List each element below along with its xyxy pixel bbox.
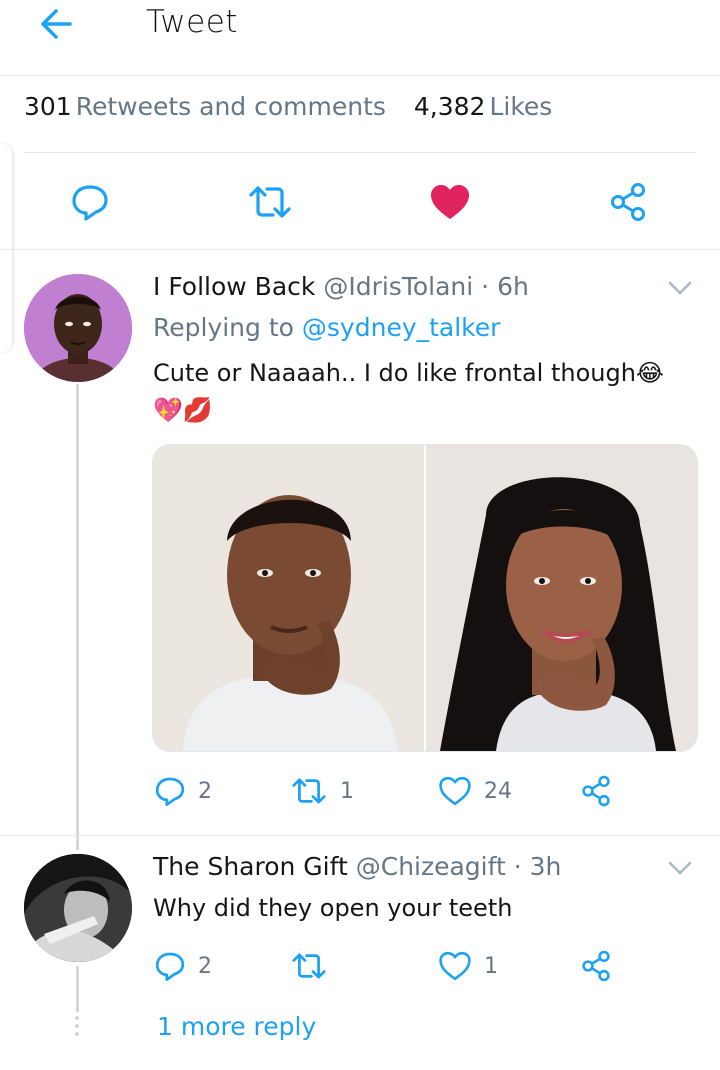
reply-button[interactable]: 2 — [154, 773, 234, 809]
reply-emoji-line: 💖💋 — [153, 396, 213, 424]
like-button[interactable]: 24 — [438, 773, 528, 809]
like-count: 1 — [484, 953, 498, 979]
woman-photo — [426, 445, 697, 751]
photo-right[interactable] — [426, 445, 697, 751]
likes-label: Likes — [489, 92, 553, 121]
reply-count: 2 — [198, 778, 212, 804]
replying-to-handle[interactable]: @sydney_talker — [302, 313, 501, 342]
side-drawer-tab[interactable] — [0, 144, 13, 352]
avatar-photo — [24, 854, 132, 962]
heart-outline-icon — [439, 951, 471, 981]
replying-to-line: Replying to @sydney_talker — [153, 313, 500, 342]
retweets-stat[interactable]: 301 Retweets and comments — [24, 92, 394, 121]
user-handle[interactable]: @Chizeagift — [356, 852, 506, 881]
avatar[interactable] — [24, 854, 132, 962]
retweet-icon — [249, 186, 291, 218]
replying-to-label: Replying to — [153, 313, 294, 342]
reply-icon — [155, 952, 185, 981]
more-replies-link[interactable]: 1 more reply — [157, 1012, 316, 1041]
share-button[interactable] — [578, 948, 614, 984]
like-count: 24 — [484, 778, 512, 804]
share-icon — [582, 775, 610, 807]
arrow-left-icon[interactable] — [36, 4, 76, 44]
heart-outline-icon — [439, 776, 471, 806]
reply-time: · 3h — [513, 852, 562, 881]
likes-stat[interactable]: 4,382 Likes — [414, 92, 552, 121]
header-divider — [0, 75, 720, 76]
reply-divider — [0, 835, 720, 836]
share-button[interactable] — [606, 180, 650, 224]
display-name[interactable]: The Sharon Gift — [153, 852, 348, 881]
retweet-button[interactable]: 1 — [290, 773, 380, 809]
reply-header: I Follow Back @IdrisTolani · 6h — [153, 272, 529, 301]
stats-divider — [24, 152, 696, 153]
reply-text: Why did they open your teeth — [153, 894, 513, 922]
actions-divider — [0, 249, 720, 250]
chevron-down-icon[interactable] — [666, 274, 694, 302]
reply-icon — [72, 185, 108, 221]
photo-left[interactable] — [153, 445, 424, 751]
reply-count: 2 — [198, 953, 212, 979]
reply-button[interactable]: 2 — [154, 948, 234, 984]
reply-button[interactable] — [68, 180, 112, 224]
share-icon — [611, 183, 645, 221]
retweets-count: 301 — [24, 92, 72, 121]
reply-time: · 6h — [481, 272, 529, 301]
share-icon — [582, 950, 610, 982]
thread-dots — [74, 1016, 80, 1038]
reply-header: The Sharon Gift @Chizeagift · 3h — [153, 852, 561, 881]
thread-line — [76, 384, 79, 850]
retweet-count: 1 — [340, 778, 354, 804]
reply-icon — [155, 777, 185, 806]
tweet-stats: 301 Retweets and comments 4,382 Likes — [24, 92, 552, 121]
avatar-photo — [24, 274, 132, 382]
page-title: Tweet — [146, 4, 238, 40]
thread-line — [76, 966, 79, 1012]
display-name[interactable]: I Follow Back — [153, 272, 315, 301]
media-attachment[interactable] — [152, 444, 698, 752]
user-handle[interactable]: @IdrisTolani — [323, 272, 473, 301]
avatar[interactable] — [24, 274, 132, 382]
like-button[interactable] — [426, 180, 474, 224]
man-photo — [153, 445, 424, 751]
heart-filled-icon — [431, 185, 469, 219]
retweet-icon — [292, 778, 326, 804]
retweets-label: Retweets and comments — [75, 92, 386, 121]
retweet-icon — [292, 953, 326, 979]
retweet-button[interactable] — [246, 180, 294, 224]
like-button[interactable]: 1 — [438, 948, 528, 984]
chevron-down-icon[interactable] — [666, 854, 694, 882]
retweet-button[interactable] — [290, 948, 380, 984]
likes-count: 4,382 — [413, 92, 486, 121]
reply-text: Cute or Naaaah.. I do like frontal thoug… — [153, 359, 664, 387]
share-button[interactable] — [578, 773, 614, 809]
